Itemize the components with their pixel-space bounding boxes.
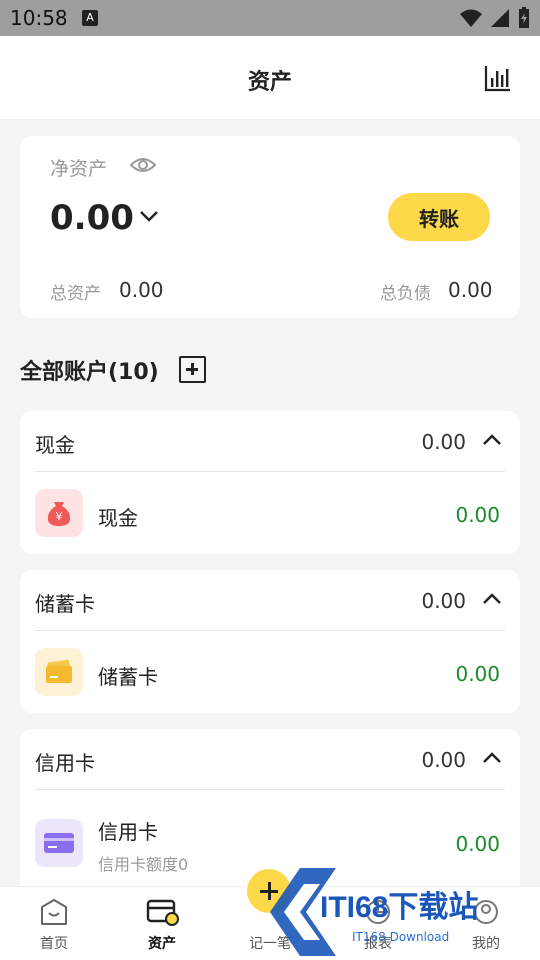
profile-icon [474,900,498,924]
tab-label: 资产 [148,936,176,952]
transfer-button[interactable]: 转账 [388,193,490,241]
net-assets-label: 净资产 [50,158,108,180]
account-amount: 0.00 [455,503,500,527]
account-amount: 0.00 [455,832,500,856]
svg-text:¥: ¥ [56,510,63,523]
add-record-icon[interactable] [244,866,294,916]
chevron-up-icon[interactable] [482,592,502,606]
accounts-heading: 全部账户(10) [20,360,159,385]
tab-home[interactable]: 首页 [0,887,108,960]
page-title: 资产 [247,70,292,95]
wifi-icon [460,9,482,27]
group-total: 0.00 [421,430,466,454]
tab-label: 首页 [40,936,68,952]
tab-label: 我的 [472,936,500,952]
tab-report[interactable]: 报表 [324,887,432,960]
account-amount: 0.00 [455,662,500,686]
chevron-up-icon[interactable] [482,433,502,447]
notification-icon: A [82,10,98,26]
savings-card-icon [35,648,83,696]
credit-card-icon [35,819,83,867]
total-liabilities-value: 0.00 [448,278,493,302]
group-title: 储蓄卡 [35,592,95,616]
tab-profile[interactable]: 我的 [432,887,540,960]
total-liabilities-label: 总负债 [380,284,431,304]
battery-icon [519,7,529,28]
tab-assets[interactable]: 资产 [108,887,216,960]
net-assets-card: 净资产 0.00 转账 总资产 0.00 总负债 0.00 [20,136,520,318]
total-assets-label: 总资产 [50,284,101,304]
account-name[interactable]: 信用卡 [98,816,158,845]
account-name[interactable]: 储蓄卡 [98,661,158,690]
signal-icon [491,9,509,27]
group-title: 现金 [35,433,75,457]
tab-label: 报表 [364,936,392,952]
home-icon [41,899,67,925]
credit-limit-text: 信用卡额度0 [98,855,189,874]
eye-icon[interactable] [130,154,156,176]
report-icon [366,900,390,924]
account-name[interactable]: 现金 [98,502,138,531]
app-bar: 资产 [0,36,540,120]
bar-chart-icon[interactable] [484,64,512,92]
account-group-savings: 储蓄卡 0.00 储蓄卡 0.00 [20,570,520,713]
wallet-icon [146,899,179,926]
group-total: 0.00 [421,589,466,613]
add-account-icon[interactable] [179,356,206,383]
tab-label: 记一笔 [249,936,291,952]
status-bar: 10:58 A [0,0,540,36]
group-total: 0.00 [421,748,466,772]
total-assets-value: 0.00 [119,278,164,302]
account-group-cash: 现金 0.00 ¥ 现金 0.00 [20,411,520,554]
divider [35,630,505,631]
system-icons [460,7,530,29]
status-time: 10:58 [10,6,68,30]
money-bag-icon: ¥ [35,489,83,537]
divider [35,471,505,472]
chevron-up-icon[interactable] [482,751,502,765]
group-title: 信用卡 [35,751,95,775]
net-assets-value: 0.00 [50,198,134,238]
chevron-down-icon[interactable] [138,208,160,224]
divider [35,789,505,790]
